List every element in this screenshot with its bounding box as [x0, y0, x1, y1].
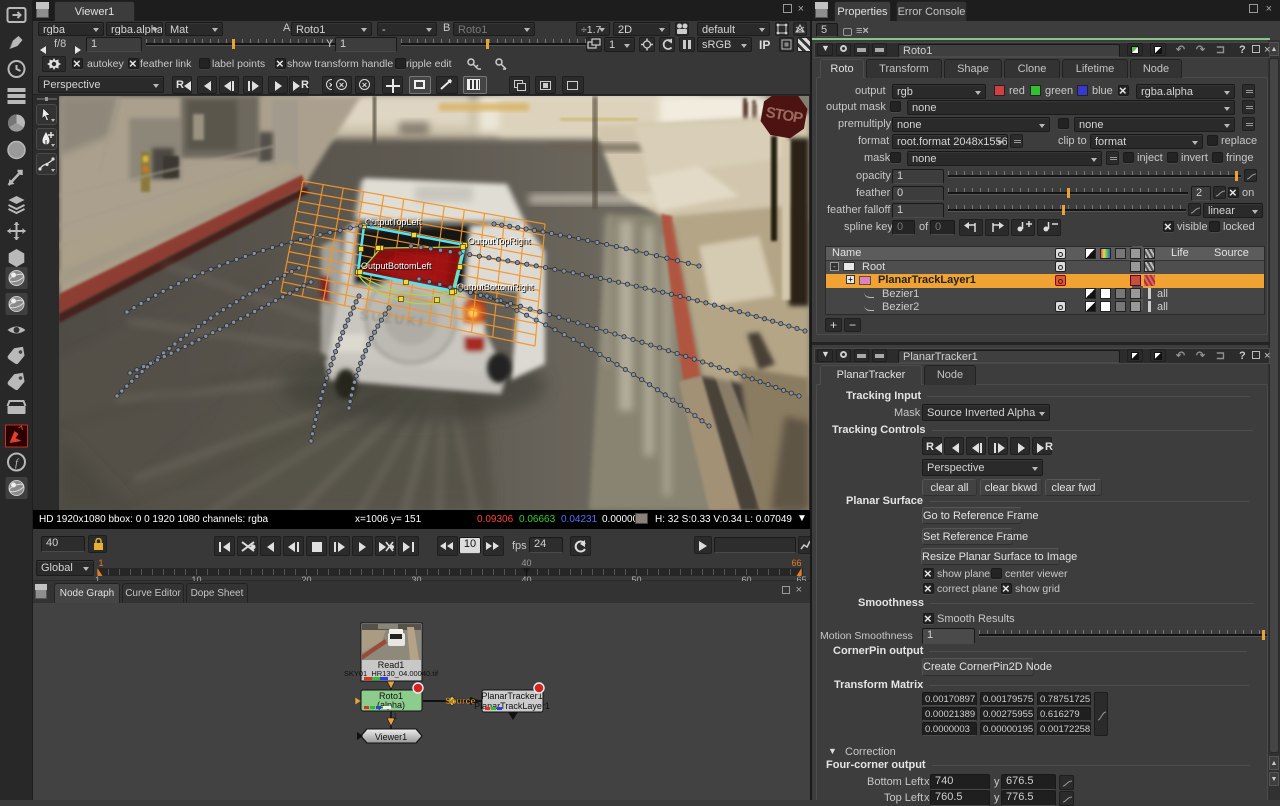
svg-text:Viewer1: Viewer1 — [375, 732, 407, 742]
svg-text:40: 40 — [522, 559, 532, 568]
svg-text:1: 1 — [393, 712, 398, 721]
svg-text:(alpha): (alpha) — [377, 700, 405, 710]
svg-text:PlanarTracker1: PlanarTracker1 — [481, 691, 542, 701]
svg-text:Source: Source — [445, 696, 476, 706]
svg-text:OutputTopRight: OutputTopRight — [468, 236, 531, 246]
svg-text:f: f — [15, 457, 20, 469]
svg-text:SKY01_HR130_04.00040.tif: SKY01_HR130_04.00040.tif — [344, 669, 439, 678]
svg-text:OutputBottomRight: OutputBottomRight — [457, 282, 534, 292]
svg-text:66: 66 — [792, 559, 802, 568]
svg-text:1: 1 — [99, 559, 104, 568]
svg-text:OutputTopLeft: OutputTopLeft — [365, 217, 422, 227]
svg-text:OutputBottomLeft: OutputBottomLeft — [361, 261, 432, 271]
